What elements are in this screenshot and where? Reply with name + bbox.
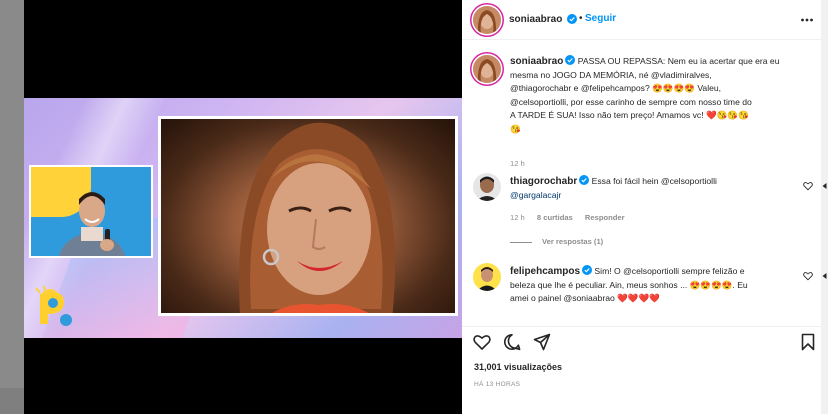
post-header: soniaabrao • Seguir	[462, 0, 821, 40]
caption-line: PASSA OU REPASSA: Nem eu ia acertar que …	[577, 56, 780, 66]
post-time[interactable]: HÁ 13 HORAS	[474, 381, 520, 388]
share-icon[interactable]	[533, 333, 551, 351]
portrait-frame	[158, 116, 458, 316]
show-logo-icon	[35, 285, 72, 326]
comment-mention[interactable]: @gargalacajr	[510, 190, 561, 200]
comment-text: felipehcampos Sim! O @celsoportiolli sem…	[510, 265, 810, 306]
comment-line: beleza que lhe é peculiar. Ain, meus son…	[510, 279, 748, 290]
post-sidebar: soniaabrao • Seguir soniaabrao PASSA OU …	[462, 0, 828, 414]
comments-section: soniaabrao PASSA OU REPASSA: Nem eu ia a…	[462, 41, 821, 325]
comment-time[interactable]: 12 h	[510, 213, 525, 222]
heart-icon[interactable]	[803, 271, 813, 281]
comment-line: amei o painel @soniaabrao ❤️❤️❤️❤️	[510, 293, 660, 304]
comment-meta: 12 h 8 curtidas Responder	[510, 213, 635, 222]
verified-badge-icon	[565, 55, 576, 65]
avatar-image	[473, 6, 501, 34]
caption-line: @thiagorochabr e @felipehcampos? 😍😍😍😍 Va…	[510, 83, 722, 94]
commenter-username[interactable]: felipehcampos	[510, 266, 580, 277]
commenter-avatar[interactable]	[473, 173, 501, 201]
replies-divider	[510, 241, 532, 243]
verified-badge-icon	[567, 14, 577, 24]
reply-button[interactable]: Responder	[585, 213, 625, 222]
scrollbar-track	[821, 0, 828, 414]
caption-line: A TARDE É SUA! Isso não tem preço! Amamo…	[510, 110, 749, 121]
comment-likes[interactable]: 8 curtidas	[537, 213, 573, 222]
scrollbar[interactable]	[821, 0, 828, 414]
view-replies-button[interactable]: Ver respostas (1)	[510, 237, 603, 246]
verified-badge-icon	[579, 175, 590, 185]
more-options-icon[interactable]	[800, 14, 814, 26]
caption-meta: 12 h	[510, 159, 535, 168]
caption-line: mesma no JOGO DA MEMÓRIA, né @vladimiral…	[510, 69, 712, 80]
comment-line: Essa foi fácil hein @celsoportiolli	[591, 176, 717, 186]
caption-line: 😘	[510, 123, 521, 134]
commenter-username[interactable]: thiagorochabr	[510, 176, 577, 187]
post-actions: 31,001 visualizações HÁ 13 HORAS	[462, 326, 821, 414]
avatar-image	[473, 55, 501, 83]
separator-dot: •	[579, 13, 583, 24]
caption-author-avatar[interactable]	[473, 55, 501, 83]
woman-portrait	[239, 122, 396, 313]
chevron-left-icon[interactable]	[2, 190, 22, 218]
host-figure	[58, 192, 126, 256]
pip-host-video	[29, 165, 153, 258]
caption-line: @celsoportiolli, por esse carinho de sem…	[510, 96, 752, 107]
caption-time[interactable]: 12 h	[510, 159, 525, 168]
comment-text: thiagorochabr Essa foi fácil hein @celso…	[510, 175, 810, 202]
heart-icon[interactable]	[473, 333, 491, 351]
caption: soniaabrao PASSA OU REPASSA: Nem eu ia a…	[462, 53, 821, 168]
avatar-image	[473, 173, 501, 201]
author-avatar[interactable]	[473, 6, 501, 34]
backdrop-bottom	[0, 388, 24, 414]
comment-line: Sim! O @celsoportiolli sempre felizão e	[594, 266, 745, 276]
caption-author[interactable]: soniaabrao	[510, 56, 563, 67]
avatar-image	[473, 263, 501, 291]
heart-icon[interactable]	[803, 181, 813, 191]
author-username[interactable]: soniaabrao	[509, 14, 562, 25]
follow-button[interactable]: Seguir	[585, 13, 616, 24]
view-replies-label: Ver respostas (1)	[542, 237, 604, 246]
view-count[interactable]: 31,001 visualizações	[474, 362, 562, 372]
caption-text: soniaabrao PASSA OU REPASSA: Nem eu ia a…	[510, 55, 810, 137]
comment-item: thiagorochabr Essa foi fácil hein @celso…	[462, 173, 821, 253]
bookmark-icon[interactable]	[799, 333, 817, 351]
backdrop-left	[0, 0, 24, 414]
verified-badge-icon	[582, 265, 593, 275]
post-media	[24, 0, 462, 414]
comment-item: felipehcampos Sim! O @celsoportiolli sem…	[462, 263, 821, 323]
video-frame[interactable]	[24, 98, 462, 338]
comment-icon[interactable]	[503, 333, 521, 351]
commenter-avatar[interactable]	[473, 263, 501, 291]
